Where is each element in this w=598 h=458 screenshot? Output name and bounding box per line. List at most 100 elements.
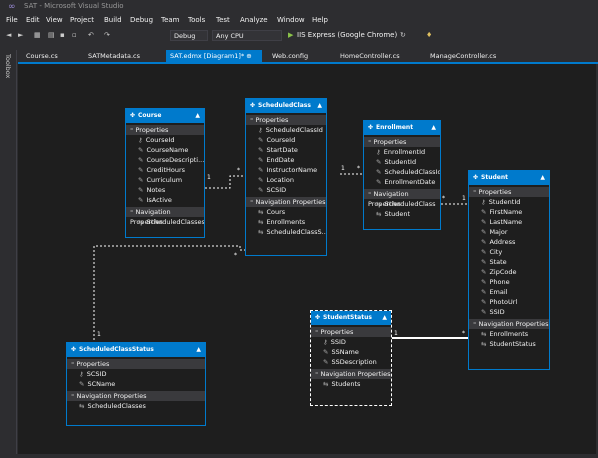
undo-icon[interactable]: ↶ — [88, 31, 94, 39]
collapse-icon[interactable]: ▲ — [195, 109, 200, 123]
property-row[interactable]: ✎ CreditHours — [126, 165, 204, 175]
entity-student[interactable]: ✤ Student ▲ ⁼ Properties ⚷ StudentId ✎ First… — [468, 170, 550, 370]
menu-project[interactable]: Project — [70, 16, 94, 24]
entity-header[interactable]: ✤ ScheduledClass ▲ — [246, 99, 326, 113]
collapse-icon[interactable]: ▲ — [431, 121, 436, 135]
entity-header[interactable]: ✤ StudentStatus ▲ — [311, 311, 391, 325]
navigation-row[interactable]: ⇆ ScheduledClasses — [67, 401, 205, 411]
navigation-row[interactable]: ⇆ StudentStatus — [469, 339, 549, 349]
property-row[interactable]: ⚷ SSID — [311, 337, 391, 347]
entity-course[interactable]: ✤ Course ▲ ⁼ Properties ⚷ CourseId ✎ CourseN… — [125, 108, 205, 238]
property-row[interactable]: ✎ Address — [469, 237, 549, 247]
property-row[interactable]: ✎ Curriculum — [126, 175, 204, 185]
tab-satmetadata-cs[interactable]: SATMetadata.cs — [84, 50, 144, 62]
menu-window[interactable]: Window — [277, 16, 305, 24]
property-row[interactable]: ✎ SSDescription — [311, 357, 391, 367]
properties-section[interactable]: ⁼ Properties — [126, 125, 204, 135]
entity-scheduledclass[interactable]: ✤ ScheduledClass ▲ ⁼ Properties ⚷ Scheduled… — [245, 98, 327, 256]
navigation-section[interactable]: ⁼ Navigation Properties — [67, 391, 205, 401]
property-row[interactable]: ✎ CourseDescripti... — [126, 155, 204, 165]
property-row[interactable]: ✎ ScheduledClassId — [364, 167, 440, 177]
property-row[interactable]: ✎ CourseId — [246, 135, 326, 145]
entity-studentstatus[interactable]: ✤ StudentStatus ▲ ⁼ Properties ⚷ SSID ✎ SSNa… — [310, 310, 392, 406]
property-row[interactable]: ✎ CourseName — [126, 145, 204, 155]
menu-tools[interactable]: Tools — [188, 16, 205, 24]
forward-icon[interactable]: ► — [18, 31, 23, 39]
property-row[interactable]: ✎ ZipCode — [469, 267, 549, 277]
platform-dropdown[interactable]: Any CPU — [212, 30, 282, 41]
collapse-icon[interactable]: ▲ — [540, 171, 545, 185]
property-row[interactable]: ✎ StartDate — [246, 145, 326, 155]
new-project-icon[interactable]: ▦ — [34, 31, 41, 39]
toolbox-sidebar[interactable]: Toolbox — [0, 50, 17, 454]
browser-link-icon[interactable]: ♦ — [426, 31, 432, 39]
navigation-row[interactable]: ⇆ Enrollments — [469, 329, 549, 339]
tab-web-config[interactable]: Web.config — [268, 50, 312, 62]
properties-section[interactable]: ⁼ Properties — [246, 115, 326, 125]
tab-course-cs[interactable]: Course.cs — [22, 50, 62, 62]
menu-file[interactable]: File — [6, 16, 18, 24]
property-row[interactable]: ✎ PhotoUrl — [469, 297, 549, 307]
save-all-icon[interactable]: ▫ — [72, 31, 77, 39]
menu-test[interactable]: Test — [216, 16, 230, 24]
save-icon[interactable]: ▪ — [60, 31, 65, 39]
property-row[interactable]: ✎ EndDate — [246, 155, 326, 165]
entity-header[interactable]: ✤ ScheduledClassStatus ▲ — [67, 343, 205, 357]
properties-section[interactable]: ⁼ Properties — [469, 187, 549, 197]
property-row[interactable]: ✎ FirstName — [469, 207, 549, 217]
property-row[interactable]: ✎ StudentId — [364, 157, 440, 167]
pin-icon[interactable]: ⊕ — [246, 52, 251, 60]
tab-managecontroller-cs[interactable]: ManageController.cs — [426, 50, 500, 62]
property-row[interactable]: ✎ IsActive — [126, 195, 204, 205]
menu-edit[interactable]: Edit — [26, 16, 40, 24]
tab-homecontroller-cs[interactable]: HomeController.cs — [336, 50, 404, 62]
entity-header[interactable]: ✤ Student ▲ — [469, 171, 549, 185]
entity-diagram-canvas[interactable]: 1 * 1 * * 1 * 1 1 * ✤ Course ▲ ⁼ Propertie… — [18, 64, 596, 454]
property-row[interactable]: ✎ Notes — [126, 185, 204, 195]
property-row[interactable]: ✎ SCName — [67, 379, 205, 389]
navigation-row[interactable]: ⇆ Student — [364, 209, 440, 219]
property-row[interactable]: ✎ LastName — [469, 217, 549, 227]
redo-icon[interactable]: ↷ — [104, 31, 110, 39]
refresh-icon[interactable]: ↻ — [400, 31, 406, 39]
navigation-row[interactable]: ⇆ ScheduledClasses — [126, 217, 204, 227]
entity-scheduledclassstatus[interactable]: ✤ ScheduledClassStatus ▲ ⁼ Properties ⚷ SCS… — [66, 342, 206, 426]
tab-sat-edmx[interactable]: SAT.edmx [Diagram1]* ⊕ ✕ — [166, 50, 262, 72]
navigation-row[interactable]: ⇆ ScheduledClassS... — [246, 227, 326, 237]
configuration-dropdown[interactable]: Debug — [170, 30, 208, 41]
property-row[interactable]: ✎ Phone — [469, 277, 549, 287]
navigation-section[interactable]: ⁼ Navigation Properties — [246, 197, 326, 207]
property-row[interactable]: ✎ Major — [469, 227, 549, 237]
collapse-icon[interactable]: ▲ — [317, 99, 322, 113]
menu-debug[interactable]: Debug — [130, 16, 153, 24]
navigation-section[interactable]: ⁼ Navigation Properties — [364, 189, 440, 208]
run-button[interactable]: IIS Express (Google Chrome) — [297, 31, 397, 39]
properties-section[interactable]: ⁼ Properties — [67, 359, 205, 369]
menu-help[interactable]: Help — [312, 16, 328, 24]
properties-section[interactable]: ⁼ Properties — [364, 137, 440, 147]
property-row[interactable]: ✎ InstructorName — [246, 165, 326, 175]
toolbox-label[interactable]: Toolbox — [4, 54, 12, 78]
menu-team[interactable]: Team — [161, 16, 180, 24]
navigation-section[interactable]: ⁼ Navigation Properties — [126, 207, 204, 226]
property-row[interactable]: ⚷ StudentId — [469, 197, 549, 207]
navigation-section[interactable]: ⁼ Navigation Properties — [469, 319, 549, 329]
property-row[interactable]: ⚷ SCSID — [67, 369, 205, 379]
collapse-icon[interactable]: ▲ — [196, 343, 201, 357]
entity-header[interactable]: ✤ Course ▲ — [126, 109, 204, 123]
property-row[interactable]: ✎ Email — [469, 287, 549, 297]
navigation-row[interactable]: ⇆ Enrollments — [246, 217, 326, 227]
entity-enrollment[interactable]: ✤ Enrollment ▲ ⁼ Properties ⚷ EnrollmentId … — [363, 120, 441, 230]
property-row[interactable]: ✎ State — [469, 257, 549, 267]
open-file-icon[interactable]: ▤ — [48, 31, 55, 39]
property-row[interactable]: ✎ SSName — [311, 347, 391, 357]
menu-view[interactable]: View — [46, 16, 63, 24]
navigation-row[interactable]: ⇆ Cours — [246, 207, 326, 217]
property-row[interactable]: ✎ SSID — [469, 307, 549, 317]
menu-analyze[interactable]: Analyze — [240, 16, 268, 24]
navigation-section[interactable]: ⁼ Navigation Properties — [311, 369, 391, 379]
menu-build[interactable]: Build — [104, 16, 122, 24]
back-icon[interactable]: ◄ — [6, 31, 11, 39]
collapse-icon[interactable]: ▲ — [382, 311, 387, 325]
property-row[interactable]: ⚷ CourseId — [126, 135, 204, 145]
